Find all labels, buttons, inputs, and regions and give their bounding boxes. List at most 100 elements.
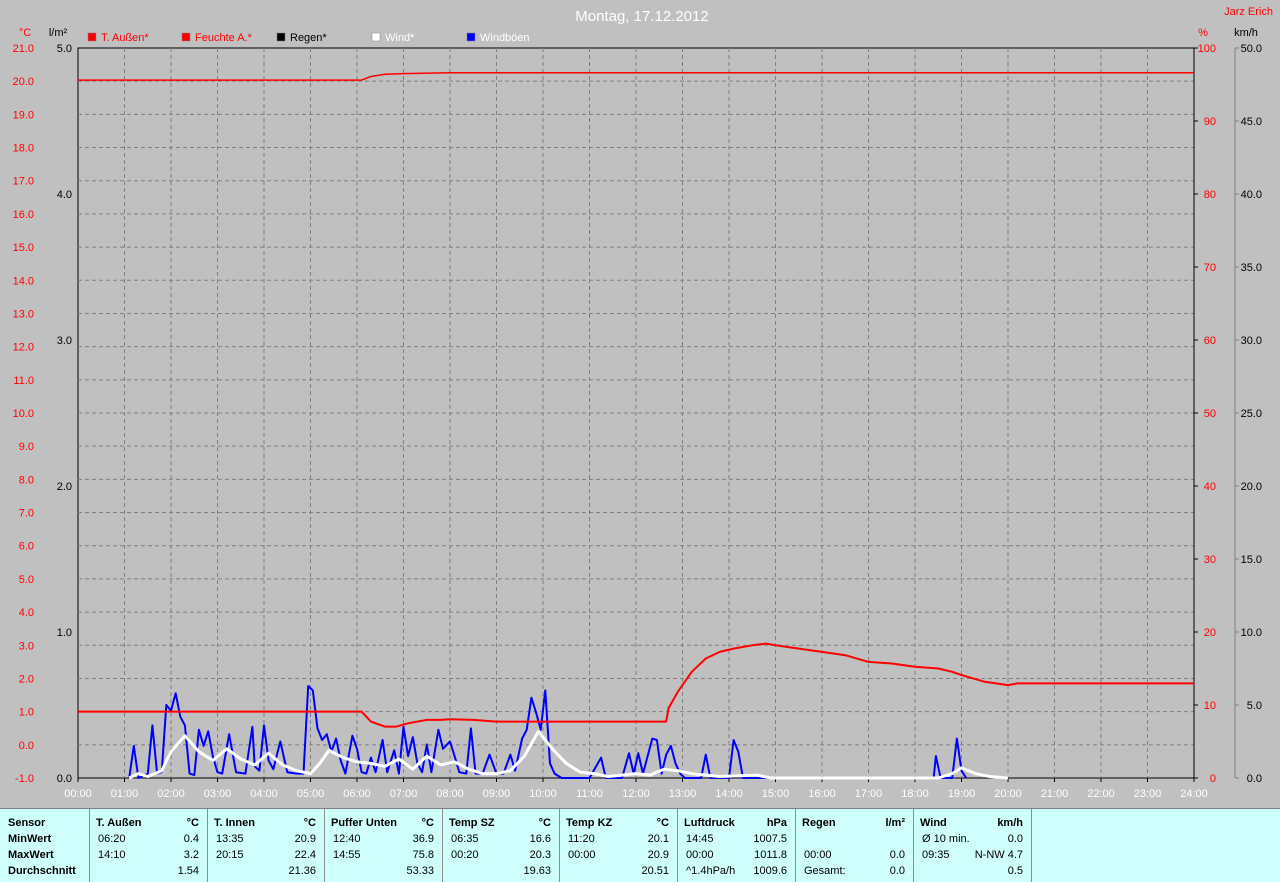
stats-cell-value: 75.8 — [412, 849, 434, 861]
wind-tick-label: 0.0 — [1247, 773, 1262, 785]
station-name: Jarz Erich — [1224, 6, 1273, 18]
time-tick-label: 23:00 — [1134, 788, 1162, 800]
temp-tick-label: 21.0 — [13, 43, 34, 55]
humidity-tick-label: 50 — [1204, 408, 1216, 420]
stats-cell-label: 14:10 — [98, 849, 126, 861]
time-tick-label: 03:00 — [204, 788, 232, 800]
stats-cell-value: 20.51 — [641, 865, 669, 877]
stats-cell-value: 0.0 — [1007, 833, 1023, 845]
time-tick-label: 24:00 — [1180, 788, 1208, 800]
temp-tick-label: 13.0 — [13, 308, 34, 320]
stats-cell-value: N-NW 4.7 — [974, 849, 1023, 861]
stats-avg-label: Durchschnitt — [8, 865, 76, 877]
stats-cell-value: 21.36 — [288, 865, 316, 877]
legend-label: Feuchte A.* — [195, 32, 253, 44]
stats-cell-label: 06:35 — [451, 833, 479, 845]
stats-cell-label: Gesamt: — [804, 865, 846, 877]
time-tick-label: 14:00 — [715, 788, 743, 800]
stats-cell-value: 20.9 — [294, 833, 316, 845]
stats-cell-label: 00:00 — [804, 849, 832, 861]
humidity-tick-label: 20 — [1204, 627, 1216, 639]
time-tick-label: 15:00 — [762, 788, 790, 800]
stats-cell-label: Ø 10 min. — [922, 833, 970, 845]
stats-column: Luftdruck hPa 14:45 1007.5 00:00 1011.8 ^1.4hP… — [678, 809, 796, 882]
wind-tick-label: 30.0 — [1241, 335, 1262, 347]
stats-cell-value: 36.9 — [412, 833, 434, 845]
humidity-tick-label: 40 — [1204, 481, 1216, 493]
stats-sensor-header: Sensor — [8, 817, 46, 829]
stats-cell-value: l/m² — [885, 817, 905, 829]
temp-tick-label: 3.0 — [19, 640, 34, 652]
rain-tick-label: 0.0 — [57, 773, 72, 785]
wind-tick-label: 45.0 — [1241, 116, 1262, 128]
stats-cell-value: 1011.8 — [754, 849, 787, 861]
time-tick-label: 19:00 — [948, 788, 976, 800]
grid — [77, 47, 1236, 779]
stats-cell-value: 20.9 — [647, 849, 669, 861]
stats-cell-label: 13:35 — [216, 833, 244, 845]
time-tick-label: 09:00 — [483, 788, 511, 800]
wind-tick-label: 10.0 — [1241, 627, 1262, 639]
humidity-tick-label: 70 — [1204, 262, 1216, 274]
humidity-tick-label: 0 — [1210, 773, 1216, 785]
stats-cell-label: Luftdruck — [684, 817, 735, 829]
humidity-tick-label: 80 — [1204, 189, 1216, 201]
temp-tick-label: 15.0 — [13, 242, 34, 254]
stats-cell-value: 20.1 — [647, 833, 669, 845]
stats-column: T. Außen °C 06:20 0.4 14:10 3.2 1.54 — [90, 809, 208, 882]
temp-tick-label: 17.0 — [13, 176, 34, 188]
stats-column: Temp KZ °C 11:20 20.1 00:00 20.9 20.51 — [560, 809, 678, 882]
temp-tick-label: 12.0 — [13, 342, 34, 354]
rain-tick-label: 4.0 — [57, 189, 72, 201]
weather-chart: Montag, 17.12.2012 Jarz Erich °C l/m² % … — [13, 6, 1273, 800]
stats-cell-value: hPa — [766, 817, 787, 829]
stats-cell-value: 0.4 — [183, 833, 199, 845]
time-tick-label: 20:00 — [994, 788, 1022, 800]
temp-tick-label: 0.0 — [19, 740, 34, 752]
legend: T. Außen* Feuchte A.* Regen* Wind* Windböen — [87, 32, 530, 44]
stats-cell-label: ^1.4hPa/h — [686, 865, 736, 877]
temp-tick-label: 4.0 — [19, 607, 34, 619]
wind-tick-label: 15.0 — [1241, 554, 1262, 566]
stats-cell-label: T. Außen — [96, 817, 142, 829]
time-tick-label: 17:00 — [855, 788, 883, 800]
humidity-unit-label: % — [1198, 27, 1208, 39]
stats-cell-label: 00:00 — [568, 849, 596, 861]
wind-tick-label: 5.0 — [1247, 700, 1262, 712]
wind-tick-label: 40.0 — [1241, 189, 1262, 201]
stats-sensor-column: Sensor MinWert MaxWert Durchschnitt — [0, 809, 90, 882]
stats-cell-label: 00:00 — [686, 849, 714, 861]
stats-min-label: MinWert — [8, 833, 52, 845]
stats-cell-label: 11:20 — [568, 833, 595, 845]
wind-tick-label: 35.0 — [1241, 262, 1262, 274]
rain-unit-label: l/m² — [49, 27, 68, 39]
time-tick-label: 12:00 — [622, 788, 650, 800]
time-tick-label: 02:00 — [157, 788, 185, 800]
legend-swatch — [371, 32, 381, 42]
humidity-tick-label: 90 — [1204, 116, 1216, 128]
humidity-tick-label: 60 — [1204, 335, 1216, 347]
legend-label: Wind* — [385, 32, 415, 44]
wind-unit-label: km/h — [1234, 27, 1258, 39]
stats-cell-label: 20:15 — [216, 849, 244, 861]
humidity-tick-label: 30 — [1204, 554, 1216, 566]
stats-cell-value: 1007.5 — [753, 833, 787, 845]
stats-cell-value: 53.33 — [406, 865, 434, 877]
time-tick-label: 21:00 — [1041, 788, 1069, 800]
stats-cell-value: 22.4 — [294, 849, 316, 861]
stats-cell-value: °C — [421, 817, 434, 829]
stats-cell-label: 14:45 — [686, 833, 714, 845]
chart-title: Montag, 17.12.2012 — [575, 8, 708, 25]
stats-cell-label: Wind — [920, 817, 947, 829]
time-tick-label: 06:00 — [343, 788, 371, 800]
wind-tick-label: 20.0 — [1241, 481, 1262, 493]
time-tick-label: 08:00 — [436, 788, 464, 800]
stats-max-label: MaxWert — [8, 849, 54, 861]
rain-tick-label: 1.0 — [57, 627, 72, 639]
stats-column: Wind km/h Ø 10 min. 0.0 09:35 N-NW 4.7 0.5 — [914, 809, 1032, 882]
stats-cell-value: 1.54 — [177, 865, 199, 877]
legend-label: Windböen — [480, 32, 530, 44]
statistics-table: Sensor MinWert MaxWert Durchschnitt T. A… — [0, 808, 1280, 882]
stats-cell-value: °C — [303, 817, 316, 829]
temp-unit-label: °C — [19, 27, 31, 39]
